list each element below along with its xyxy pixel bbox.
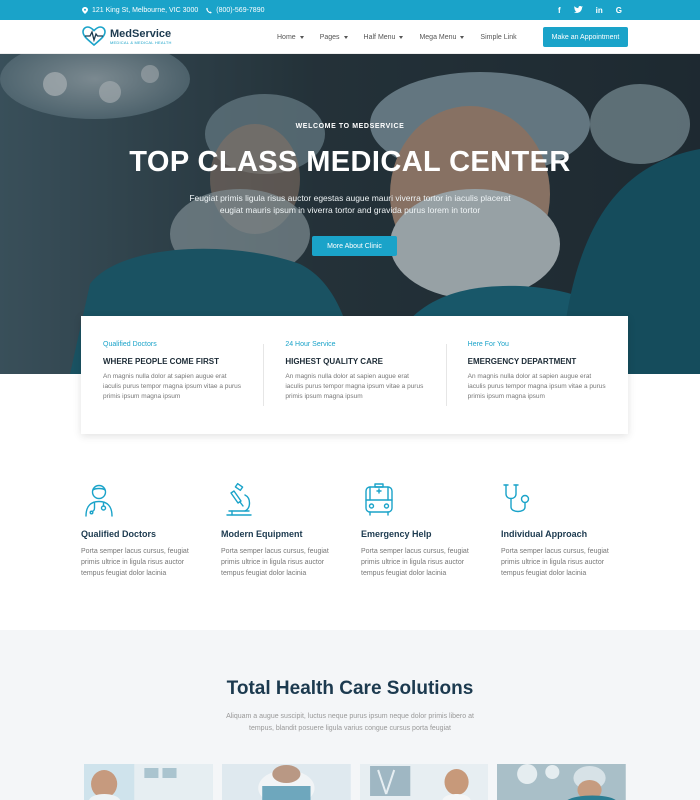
info-kicker: 24 Hour Service — [285, 341, 336, 348]
chevron-down-icon — [399, 35, 404, 39]
chevron-down-icon — [299, 35, 304, 39]
more-about-clinic-button[interactable]: More About Clinic — [312, 236, 397, 256]
location-pin-icon — [82, 6, 88, 14]
twitter-icon[interactable] — [573, 5, 583, 15]
info-text: An magnis nulla dolor at sapien augue er… — [103, 373, 242, 400]
main-nav: Home Pages Half Menu Mega Menu Simple Li… — [277, 20, 517, 54]
solution-card-image[interactable] — [497, 764, 626, 800]
nav-item-pages[interactable]: Pages — [320, 34, 348, 41]
feature-emergency-help: Emergency Help Porta semper lacus cursus… — [361, 482, 501, 579]
nav-label: Simple Link — [480, 33, 517, 41]
feature-title: Individual Approach — [501, 529, 588, 539]
nav-item-mega-menu[interactable]: Mega Menu — [419, 33, 465, 41]
logo-tagline: MEDICAL & MEDICAL HEALTH — [110, 39, 172, 45]
xray-photo — [359, 764, 489, 800]
phone-icon — [206, 7, 212, 13]
heart-pulse-icon — [82, 26, 106, 46]
info-card: Qualified Doctors WHERE PEOPLE COME FIRS… — [81, 316, 628, 434]
nav-label: Mega Menu — [419, 33, 457, 41]
feature-title: Qualified Doctors — [81, 529, 157, 539]
feature-qualified-doctors: Qualified Doctors Porta semper lacus cur… — [81, 482, 221, 579]
chevron-down-icon — [343, 35, 348, 39]
phone[interactable]: (800)-569-7890 — [206, 7, 265, 14]
equipment-photo — [221, 764, 351, 800]
microscope-icon — [226, 482, 252, 516]
make-appointment-button[interactable]: Make an Appointment — [543, 27, 628, 47]
info-kicker: Qualified Doctors — [103, 341, 157, 348]
nav-label: Half Menu — [363, 33, 396, 41]
info-title: HIGHEST QUALITY CARE — [285, 357, 383, 366]
info-title: EMERGENCY DEPARTMENT — [467, 357, 577, 366]
facebook-icon[interactable]: f — [558, 6, 561, 15]
info-text: An magnis nulla dolor at sapien augue er… — [285, 373, 424, 400]
feature-title: Modern Equipment — [221, 529, 303, 539]
logo-name: MedService — [110, 27, 172, 40]
solution-card-image[interactable] — [84, 764, 213, 800]
ambulance-icon — [365, 483, 393, 516]
info-item-here-for-you: Here For You EMERGENCY DEPARTMENT An mag… — [445, 316, 628, 434]
solution-card-image[interactable] — [221, 764, 351, 800]
logo-text: MedService MEDICAL & MEDICAL HEALTH — [110, 28, 172, 45]
solution-cards — [84, 764, 626, 800]
solutions-section: Total Health Care Solutions Aliquam a au… — [0, 630, 700, 800]
logo[interactable]: MedService MEDICAL & MEDICAL HEALTH — [82, 26, 172, 46]
site-header: MedService MEDICAL & MEDICAL HEALTH Home… — [0, 20, 700, 54]
info-item-qualified-doctors: Qualified Doctors WHERE PEOPLE COME FIRS… — [81, 316, 263, 434]
info-kicker: Here For You — [467, 341, 509, 348]
stethoscope-icon — [503, 484, 530, 513]
social-links: f in G — [558, 0, 622, 20]
solution-card-image[interactable] — [359, 764, 489, 800]
hero-title: TOP CLASS MEDICAL CENTER — [129, 146, 571, 178]
top-bar: 121 King St, Melbourne, VIC 3000 (800)-5… — [0, 0, 700, 20]
nav-label: Home — [277, 33, 296, 41]
linkedin-icon[interactable]: in — [596, 6, 603, 15]
address-text: 121 King St, Melbourne, VIC 3000 — [92, 6, 199, 14]
feature-text: Porta semper lacus cursus, feugiat primi… — [81, 548, 189, 577]
contact-info: 121 King St, Melbourne, VIC 3000 (800)-5… — [82, 0, 265, 20]
surgery-photo — [497, 764, 626, 800]
nav-item-half-menu[interactable]: Half Menu — [364, 34, 404, 41]
info-text: An magnis nulla dolor at sapien augue er… — [467, 373, 606, 400]
feature-text: Porta semper lacus cursus, feugiat primi… — [361, 548, 469, 577]
hero-kicker: WELCOME TO MEDSERVICE — [295, 123, 405, 130]
hero-description: Feugiat primis ligula risus auctor egest… — [189, 193, 511, 215]
feature-text: Porta semper lacus cursus, feugiat primi… — [501, 548, 609, 577]
nav-label: Pages — [319, 33, 340, 41]
section-title: Total Health Care Solutions — [226, 678, 474, 699]
doctor-icon — [85, 484, 113, 517]
chevron-down-icon — [460, 35, 465, 39]
address: 121 King St, Melbourne, VIC 3000 — [82, 6, 199, 14]
nav-item-simple-link[interactable]: Simple Link — [480, 34, 516, 41]
doctor-photo — [84, 764, 213, 800]
feature-text: Porta semper lacus cursus, feugiat primi… — [221, 548, 329, 577]
phone-text[interactable]: (800)-569-7890 — [216, 7, 264, 14]
google-icon[interactable]: G — [616, 6, 622, 15]
info-item-24-hour-service: 24 Hour Service HIGHEST QUALITY CARE An … — [263, 316, 445, 434]
nav-item-home[interactable]: Home — [277, 34, 304, 41]
feature-modern-equipment: Modern Equipment Porta semper lacus curs… — [221, 482, 361, 579]
info-title: WHERE PEOPLE COME FIRST — [103, 357, 220, 366]
section-description: Aliquam a augue suscipit, luctus neque p… — [226, 713, 474, 732]
feature-title: Emergency Help — [361, 529, 432, 539]
feature-individual-approach: Individual Approach Porta semper lacus c… — [501, 482, 641, 579]
features-row: Qualified Doctors Porta semper lacus cur… — [81, 482, 641, 579]
